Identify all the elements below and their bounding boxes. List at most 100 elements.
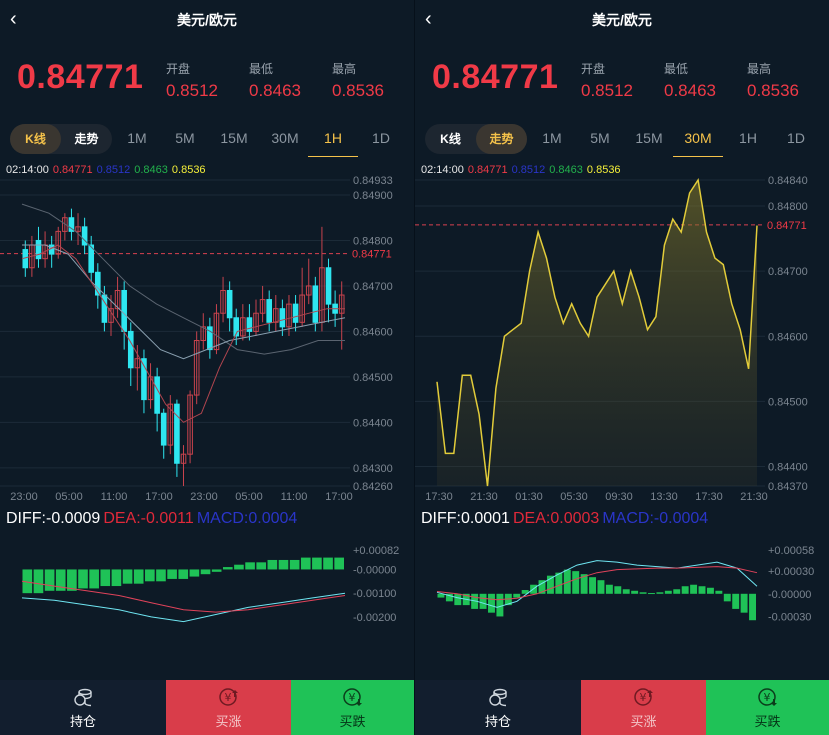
y-tick-label: 0.84900 <box>353 190 393 202</box>
buy-up-label: 买涨 <box>215 714 242 729</box>
x-tick-label: 05:00 <box>55 491 83 503</box>
macd-y-tick-label: -0.00030 <box>768 611 811 623</box>
y-tick-label: 0.84800 <box>353 235 393 247</box>
svg-text:¥: ¥ <box>348 691 355 704</box>
macd-bar <box>145 569 155 582</box>
hold-label: 持仓 <box>69 714 96 729</box>
candle <box>48 244 55 255</box>
yen-down-icon: ¥ <box>757 688 777 706</box>
buy-down-button[interactable]: ¥ 买跌 <box>706 680 829 735</box>
macd-bar <box>555 572 563 594</box>
buy-down-label: 买跌 <box>754 714 781 729</box>
candlestick-chart[interactable]: 0.84933 0.84900 0.84800 0.84700 0.84600 0.845… <box>0 0 414 680</box>
y-tick-label: 0.84840 <box>768 175 808 187</box>
hold-label: 持仓 <box>484 714 511 729</box>
macd-bar <box>189 569 200 577</box>
macd-bar <box>33 569 44 594</box>
macd-bar <box>454 593 462 606</box>
y-tick-label: 0.84500 <box>353 372 393 384</box>
macd-y-tick-label: -0.00000 <box>768 589 811 601</box>
macd-bar <box>605 584 613 594</box>
hold-button[interactable]: 持仓 <box>415 680 581 735</box>
macd-bar <box>78 569 88 589</box>
yen-down-icon: ¥ <box>342 688 362 706</box>
buy-up-button[interactable]: ¥ 买涨 <box>166 680 291 735</box>
candle <box>127 330 134 369</box>
coin-stack-icon <box>489 688 507 707</box>
candle <box>226 289 233 319</box>
coin-stack-icon <box>74 688 92 707</box>
macd-bar <box>681 586 689 594</box>
candle <box>246 317 253 332</box>
macd-y-tick-label: -0.00100 <box>353 588 396 600</box>
macd-bar <box>222 567 233 570</box>
macd-bar <box>111 569 122 587</box>
macd-bar <box>749 593 756 621</box>
macd-bar <box>648 593 655 595</box>
x-tick-label: 23:00 <box>10 491 38 503</box>
buy-down-button[interactable]: ¥ 买跌 <box>291 680 414 735</box>
x-tick-label: 23:00 <box>190 491 218 503</box>
macd-bar <box>589 577 596 594</box>
macd-bar <box>513 593 521 598</box>
candle <box>279 308 286 328</box>
y-tick-label: 0.84400 <box>353 417 393 429</box>
macd-bar <box>488 593 495 613</box>
macd-bar <box>706 587 714 594</box>
bottom-action-bar: 持仓 ¥ 买涨 ¥ 买跌 <box>415 680 829 735</box>
macd-y-tick-label: -0.00200 <box>353 612 396 624</box>
candle <box>154 376 160 414</box>
macd-value: MACD:-0.0004 <box>602 510 709 527</box>
macd-bar <box>334 557 344 570</box>
svg-text:¥: ¥ <box>763 691 770 704</box>
hold-button[interactable]: 持仓 <box>0 680 166 735</box>
x-tick-label: 05:30 <box>560 491 588 503</box>
svg-text:¥: ¥ <box>224 691 231 704</box>
macd-bar <box>312 557 322 570</box>
y-tick-label: 0.84700 <box>768 266 808 278</box>
macd-bar <box>631 590 639 594</box>
macd-value: MACD:0.0004 <box>196 510 298 527</box>
macd-bar <box>100 569 111 587</box>
yen-up-icon: ¥ <box>218 688 238 706</box>
macd-legend: DIFF:0.0001 DEA:0.0003 MACD:-0.0004 <box>421 510 708 528</box>
macd-bar <box>690 584 698 594</box>
macd-diff: DIFF:0.0001 <box>421 510 510 527</box>
candle <box>292 303 299 323</box>
macd-bar <box>278 559 289 570</box>
macd-y-tick-label: -0.00000 <box>353 564 396 576</box>
x-tick-label: 01:30 <box>515 491 543 503</box>
macd-bar <box>496 593 504 617</box>
macd-diff: DIFF:-0.0009 <box>6 510 101 527</box>
y-tick-label: 0.84600 <box>353 326 393 338</box>
macd-bar <box>300 557 311 570</box>
x-tick-label: 09:30 <box>605 491 633 503</box>
macd-bar <box>89 569 99 589</box>
x-tick-label: 17:30 <box>695 491 723 503</box>
buy-up-button[interactable]: ¥ 买涨 <box>581 680 706 735</box>
x-tick-label: 17:30 <box>425 491 453 503</box>
x-tick-label: 11:00 <box>281 491 308 503</box>
trend-chart[interactable]: 0.84840 0.84800 0.84700 0.84600 0.84500 0.844… <box>415 0 829 680</box>
macd-bar <box>67 569 77 591</box>
ma-fast-line <box>21 244 345 423</box>
macd-bar <box>167 569 177 579</box>
current-price-tag: 0.84771 <box>352 249 392 261</box>
macd-bar <box>732 593 740 609</box>
trend-area <box>437 180 757 486</box>
x-tick-label: 13:30 <box>650 491 678 503</box>
macd-bar <box>178 569 189 579</box>
macd-bar <box>715 590 723 594</box>
macd-bar <box>200 569 211 575</box>
trend-panel: ‹ 美元/欧元 0.84771 开盘 0.8512 最低 0.8463 最高 0… <box>415 0 829 735</box>
y-tick-label: 0.84800 <box>768 201 808 213</box>
y-tick-label: 0.84400 <box>768 461 808 473</box>
buy-up-label: 买涨 <box>630 714 657 729</box>
y-tick-label: 0.84260 <box>353 481 393 493</box>
macd-bar <box>656 592 664 594</box>
svg-text:¥: ¥ <box>639 691 646 704</box>
ma-mid-line <box>22 244 346 360</box>
macd-y-tick-label: +0.00030 <box>768 566 814 578</box>
macd-bar <box>639 592 647 594</box>
current-price-tag: 0.84771 <box>767 220 807 232</box>
